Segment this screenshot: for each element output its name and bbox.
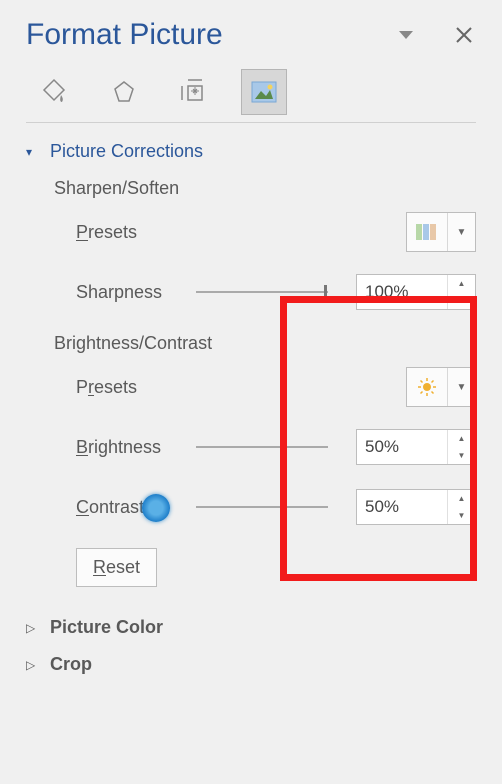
tab-size[interactable] [172, 70, 216, 114]
section-picture-color[interactable]: ▷ Picture Color [26, 617, 476, 638]
spin-down-icon[interactable]: ▼ [448, 447, 475, 464]
sharpness-slider[interactable] [196, 282, 328, 302]
presets-label: Presets [76, 222, 196, 243]
brightness-input[interactable] [357, 430, 447, 464]
section-picture-corrections[interactable]: ▾ Picture Corrections [26, 141, 476, 162]
spin-down-icon[interactable]: ▼ [448, 292, 475, 309]
spin-up-icon[interactable]: ▲ [448, 275, 475, 292]
section-label: Crop [50, 654, 92, 675]
spin-up-icon[interactable]: ▲ [448, 490, 475, 507]
section-label: Picture Color [50, 617, 163, 638]
expand-icon: ▷ [26, 621, 44, 635]
sharpen-presets-button[interactable]: ▼ [406, 212, 476, 252]
contrast-spinner[interactable]: ▲ ▼ [356, 489, 476, 525]
sharpness-spinner[interactable]: ▲ ▼ [356, 274, 476, 310]
brightness-slider[interactable] [196, 437, 328, 457]
sharpness-input[interactable] [357, 275, 447, 309]
brightness-label: Brightness [76, 437, 196, 458]
sharpness-label: Sharpness [76, 282, 196, 303]
presets-gallery-icon [407, 222, 447, 242]
tab-effects[interactable] [102, 70, 146, 114]
reset-button[interactable]: Reset [76, 548, 157, 587]
contrast-slider[interactable] [196, 497, 328, 517]
collapse-icon: ▾ [26, 145, 44, 159]
expand-icon: ▷ [26, 658, 44, 672]
chevron-down-icon: ▼ [447, 368, 475, 406]
panel-options-button[interactable] [394, 23, 418, 47]
brightness-presets-button[interactable]: ▼ [406, 367, 476, 407]
spin-up-icon[interactable]: ▲ [448, 430, 475, 447]
divider [26, 122, 476, 123]
sun-icon [407, 376, 447, 398]
tab-picture[interactable] [242, 70, 286, 114]
panel-title: Format Picture [26, 18, 360, 52]
group-sharpen-soften: Sharpen/Soften [54, 178, 476, 199]
spin-down-icon[interactable]: ▼ [448, 507, 475, 524]
section-label: Picture Corrections [50, 141, 203, 162]
close-button[interactable] [452, 23, 476, 47]
contrast-input[interactable] [357, 490, 447, 524]
brightness-spinner[interactable]: ▲ ▼ [356, 429, 476, 465]
chevron-down-icon: ▼ [447, 213, 475, 251]
section-crop[interactable]: ▷ Crop [26, 654, 476, 675]
group-brightness-contrast: Brightness/Contrast [54, 333, 476, 354]
tab-fill[interactable] [32, 70, 76, 114]
contrast-label: Contrast [76, 497, 196, 518]
presets-label: Presets [76, 377, 196, 398]
